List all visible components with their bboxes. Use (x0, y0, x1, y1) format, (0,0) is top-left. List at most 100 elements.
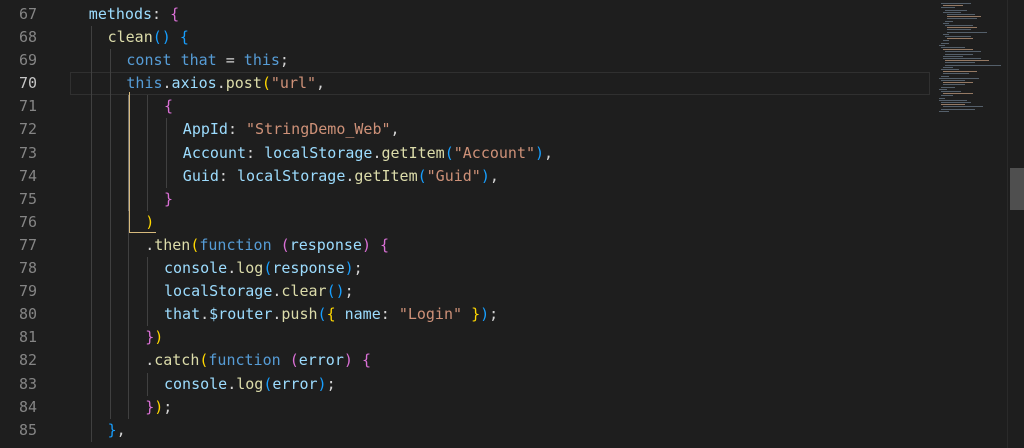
code-token: : (152, 5, 171, 23)
code-line[interactable]: const that = this; (70, 49, 930, 73)
indent-guide (147, 95, 149, 119)
line-number[interactable]: 69 (0, 49, 60, 72)
minimap-line (943, 33, 949, 35)
line-number[interactable]: 67 (0, 3, 60, 26)
code-token: : (218, 166, 237, 185)
line-number[interactable]: 70 (0, 72, 60, 95)
minimap-line (941, 3, 971, 4)
indent-guide (128, 280, 130, 304)
indent-guide (90, 395, 92, 419)
minimap-line (945, 25, 973, 26)
code-token: ; (326, 374, 336, 393)
line-number[interactable]: 74 (0, 165, 60, 188)
code-line[interactable]: that.$router.push({ name: "Login" }); (70, 303, 930, 327)
code-token: } (164, 189, 174, 208)
indent-guide (166, 118, 167, 142)
minimap-line (939, 77, 979, 79)
indent-guide (90, 95, 92, 119)
code-token: } (145, 397, 155, 416)
code-token: clear (281, 282, 327, 301)
indent-guide (128, 326, 130, 350)
line-number[interactable]: 77 (0, 234, 60, 257)
line-number[interactable]: 75 (0, 188, 60, 211)
line-number[interactable]: 83 (0, 373, 60, 396)
indent-guide (128, 303, 130, 327)
code-line[interactable]: .catch(function (error) { (70, 349, 930, 373)
code-token: , (489, 166, 499, 185)
minimap-line (943, 66, 953, 68)
code-token: ) (154, 397, 164, 416)
line-number[interactable]: 82 (0, 349, 60, 372)
minimap-line (943, 106, 983, 108)
line-number[interactable]: 84 (0, 396, 60, 419)
code-token: . (200, 305, 210, 324)
code-token: "Account" (453, 143, 536, 162)
line-number[interactable]: 72 (0, 118, 60, 141)
code-line[interactable]: Account: localStorage.getItem("Account")… (70, 141, 930, 165)
code-line[interactable]: .then(function (response) { (70, 233, 930, 258)
code-line[interactable]: }) (70, 326, 930, 350)
line-number[interactable]: 78 (0, 257, 60, 280)
indent-guide (90, 187, 92, 211)
indent-guide (109, 257, 111, 281)
indent-guide (90, 210, 92, 234)
code-line[interactable]: clean() { (70, 26, 930, 50)
code-token: ) (480, 305, 490, 324)
indent-guide (90, 372, 92, 396)
indent-guide (147, 118, 149, 142)
scrollbar-thumb[interactable] (1010, 168, 1024, 210)
indent-guide (109, 187, 111, 211)
code-line[interactable]: } (70, 187, 930, 211)
code-line[interactable]: methods: { (70, 3, 930, 26)
code-line[interactable]: }); (70, 395, 930, 419)
line-number[interactable]: 80 (0, 303, 60, 326)
code-line[interactable]: }, (70, 418, 930, 442)
minimap-line (941, 102, 971, 103)
minimap-line (943, 58, 981, 59)
minimap-line (947, 27, 977, 29)
line-number-gutter[interactable]: 67 68 69 70 71 72 73 74 75 76 77 78 79 80 81 82 83 84 85 (0, 3, 60, 442)
code-line[interactable]: AppId: "StringDemo_Web", (70, 118, 930, 142)
line-number[interactable]: 68 (0, 26, 60, 49)
code-token: "Guid" (426, 166, 481, 185)
line-number[interactable]: 81 (0, 326, 60, 349)
code-line[interactable]: ) (70, 210, 930, 234)
minimap-line (945, 36, 971, 37)
indent-guide (109, 349, 111, 373)
code-token: , (544, 143, 554, 162)
code-token: Guid (182, 166, 219, 185)
vertical-scrollbar[interactable] (1007, 0, 1024, 448)
minimap-line (941, 91, 961, 92)
code-token: push (281, 305, 318, 324)
minimap-line (939, 44, 945, 46)
line-number[interactable]: 79 (0, 280, 60, 303)
minimap-line (943, 55, 963, 57)
minimap-line (941, 80, 965, 81)
code-token: AppId (182, 120, 228, 139)
code-editor[interactable]: 67 68 69 70 71 72 73 74 75 76 77 78 79 80 81 82 83 84 85 m… (0, 0, 1024, 448)
minimap-line (941, 104, 965, 106)
code-line[interactable]: Guid: localStorage.getItem("Guid"), (70, 164, 930, 188)
minimap-line (939, 99, 967, 101)
minimap[interactable] (935, 0, 1007, 448)
minimap-line (943, 49, 973, 51)
code-line[interactable]: console.log(response); (70, 257, 930, 281)
code-token: localStorage (236, 166, 346, 185)
line-number[interactable]: 85 (0, 419, 60, 442)
indent-guide (90, 118, 92, 142)
code-area[interactable]: methods: {clean() {const that = this; thi… (70, 3, 930, 442)
code-line[interactable]: this.axios.post("url", (70, 72, 930, 96)
line-number[interactable]: 76 (0, 211, 60, 234)
line-number[interactable]: 71 (0, 95, 60, 118)
code-token: } (471, 305, 481, 324)
minimap-line (939, 88, 947, 90)
code-line[interactable]: console.log(error); (70, 372, 930, 396)
code-line[interactable]: localStorage.clear(); (70, 280, 930, 304)
code-line[interactable]: { (70, 95, 930, 119)
code-token: , (116, 420, 126, 439)
line-number[interactable]: 73 (0, 142, 60, 165)
